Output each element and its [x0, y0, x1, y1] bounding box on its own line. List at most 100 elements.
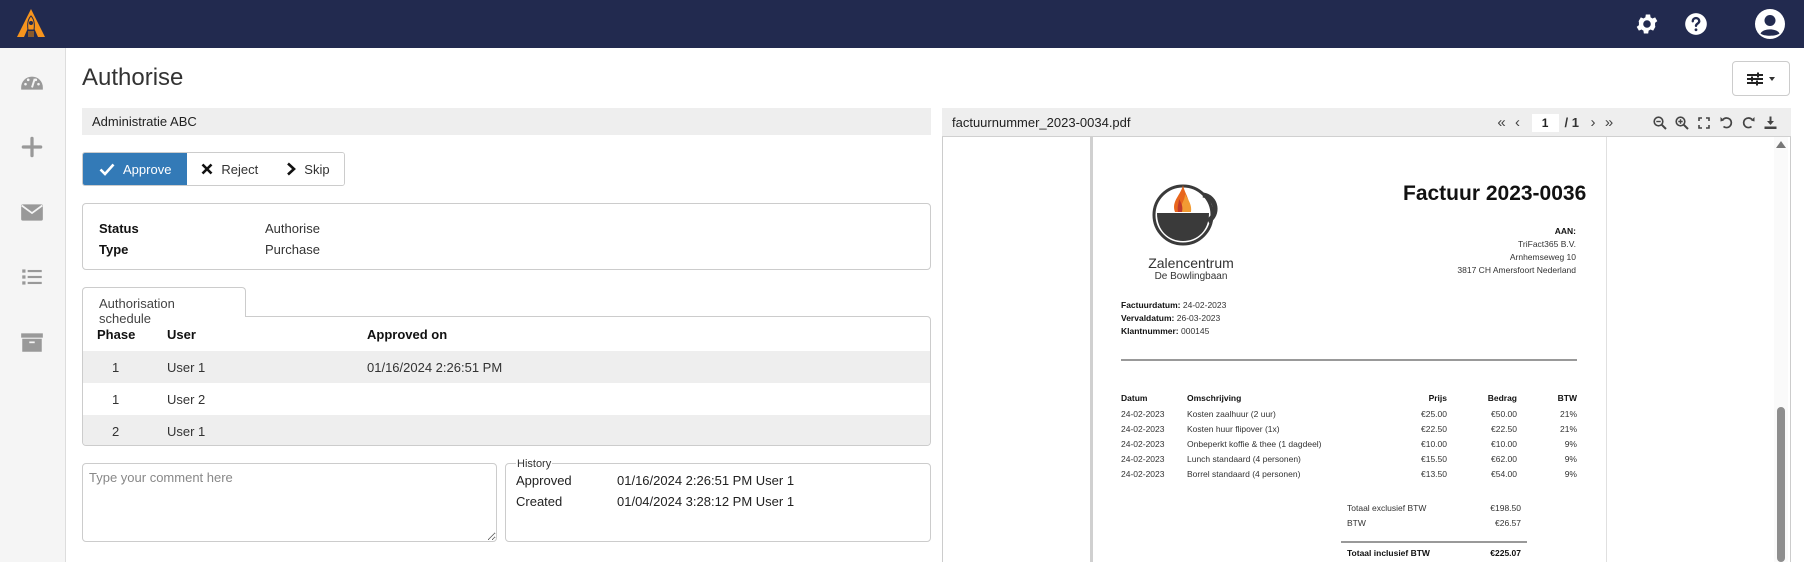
fullscreen-button[interactable] — [1693, 113, 1715, 133]
history-legend: History — [516, 458, 553, 470]
fullscreen-icon — [1698, 116, 1710, 129]
rotate-right-button[interactable] — [1737, 113, 1759, 133]
last-page-button[interactable]: » — [1601, 114, 1617, 131]
total-excl-value: €198.50 — [1490, 503, 1521, 513]
archive-icon[interactable] — [19, 329, 45, 355]
invoice-cell-datum: 24-02-2023 — [1121, 423, 1165, 434]
recipient-line: Arnhemseweg 10 — [1509, 252, 1576, 262]
rotate-left-button[interactable] — [1715, 113, 1737, 133]
column-header-approved-on: Approved on — [367, 326, 448, 342]
history-detail: 01/04/2024 3:28:12 PM User 1 — [617, 494, 795, 509]
action-button-group: Approve Reject Skip — [82, 152, 345, 186]
total-excl-label: Totaal exclusief BTW — [1347, 503, 1427, 513]
zalencentrum-logo-icon — [1152, 184, 1218, 246]
invoice-cell-btw: 9% — [1564, 468, 1577, 479]
scroll-up-arrow-icon[interactable] — [1776, 141, 1786, 148]
type-label: Type — [99, 242, 129, 257]
history-action: Created — [516, 494, 563, 509]
invoice-divider — [1121, 359, 1577, 361]
view-settings-dropdown-button[interactable] — [1732, 61, 1790, 96]
pdf-scrollbar[interactable] — [1774, 137, 1788, 562]
document-info-panel: Status Authorise Type Purchase — [82, 203, 931, 270]
page-number-input[interactable] — [1531, 113, 1559, 132]
user-cell: User 1 — [167, 423, 206, 439]
total-incl-row: Totaal inclusief BTW €225.07 — [1347, 548, 1521, 562]
invoice-cell-prijs: €25.00 — [1421, 408, 1447, 419]
help-icon[interactable] — [1683, 11, 1709, 37]
invoice-title: Factuur 2023-0036 — [1403, 182, 1587, 205]
phase-cell: 2 — [112, 423, 120, 439]
plus-icon[interactable] — [19, 134, 45, 160]
zoom-in-button[interactable] — [1671, 113, 1693, 133]
authorisation-schedule-table: Phase User Approved on 1 User 1 01/16/20… — [82, 316, 931, 446]
next-page-button[interactable]: › — [1585, 114, 1601, 131]
check-icon — [99, 163, 115, 176]
first-page-button[interactable]: « — [1494, 114, 1510, 131]
invoice-cell-btw: 9% — [1564, 453, 1577, 464]
invoice-cell-btw: 9% — [1564, 438, 1577, 449]
history-detail: 01/16/2024 2:26:51 PM User 1 — [617, 473, 795, 488]
approve-button[interactable]: Approve — [83, 153, 188, 185]
top-navigation-bar — [0, 0, 1804, 48]
invoice-brand: Zalencentrum De Bowlingbaan — [1141, 255, 1241, 282]
table-row: 2 User 1 — [83, 415, 930, 445]
invoice-cell-datum: 24-02-2023 — [1121, 453, 1165, 464]
invoice-cell-datum: 24-02-2023 — [1121, 408, 1165, 419]
tab-authorisation-schedule[interactable]: Authorisation schedule — [82, 287, 246, 326]
user-account-icon[interactable] — [1754, 8, 1786, 40]
dashboard-icon[interactable] — [19, 69, 45, 95]
gear-icon[interactable] — [1634, 11, 1660, 37]
col-bedrag: Bedrag — [1487, 393, 1517, 403]
invoice-totals: Totaal exclusief BTW €198.50 BTW €26.57 To… — [1341, 503, 1527, 562]
btw-label: BTW — [1347, 518, 1366, 528]
page-title: Authorise — [82, 64, 184, 91]
table-header: Phase User Approved on — [83, 317, 930, 351]
type-value: Purchase — [265, 242, 320, 257]
table-row: 1 User 2 — [83, 383, 930, 415]
envelope-icon[interactable] — [19, 199, 45, 225]
app-logo-icon[interactable] — [16, 8, 46, 40]
brand-subtitle: De Bowlingbaan — [1154, 271, 1228, 282]
sidebar — [0, 48, 66, 562]
zoom-out-button[interactable] — [1649, 113, 1671, 133]
user-cell: User 2 — [167, 391, 206, 407]
status-value: Authorise — [265, 221, 320, 236]
download-icon — [1764, 116, 1776, 129]
reject-label: Reject — [221, 161, 259, 177]
comment-input[interactable] — [82, 463, 497, 542]
approve-label: Approve — [123, 161, 172, 177]
invoice-cell-bedrag: €22.50 — [1491, 423, 1517, 434]
col-omschrijving: Omschrijving — [1187, 393, 1242, 403]
meta-value: 24-02-2023 — [1182, 300, 1227, 310]
table-row: 1 User 1 01/16/2024 2:26:51 PM — [83, 351, 930, 383]
caret-down-icon — [1769, 76, 1775, 81]
scrollbar-thumb[interactable] — [1777, 407, 1785, 562]
totals-divider — [1341, 541, 1527, 543]
column-header-user: User — [167, 326, 196, 342]
recipient-line: TriFact365 B.V. — [1518, 239, 1576, 249]
recipient-label: AAN: — [1554, 226, 1576, 236]
administration-name: Administratie ABC — [82, 108, 931, 135]
invoice-cell-omschrijving: Lunch standaard (4 personen) — [1187, 453, 1301, 464]
invoice-cell-omschrijving: Kosten huur flipover (1x) — [1187, 423, 1280, 434]
skip-button[interactable]: Skip — [272, 153, 344, 185]
phase-cell: 1 — [112, 391, 120, 407]
previous-page-button[interactable]: ‹ — [1510, 114, 1526, 131]
invoice-cell-datum: 24-02-2023 — [1121, 438, 1165, 449]
user-cell: User 1 — [167, 359, 206, 375]
col-btw: BTW — [1557, 393, 1577, 403]
pdf-document-area[interactable]: Zalencentrum De Bowlingbaan Factuur 2023… — [942, 137, 1791, 562]
invoice-cell-bedrag: €10.00 — [1491, 438, 1517, 449]
btw-value: €26.57 — [1495, 518, 1521, 528]
type-row: Type Purchase — [99, 239, 914, 260]
invoice-cell-bedrag: €54.00 — [1491, 468, 1517, 479]
total-incl-value: €225.07 — [1490, 547, 1521, 558]
download-button[interactable] — [1759, 113, 1781, 133]
reject-button[interactable]: Reject — [187, 153, 273, 185]
meta-label: Vervaldatum: — [1121, 313, 1175, 323]
invoice-table-header: Datum Omschrijving Prijs Bedrag BTW — [1121, 390, 1577, 406]
invoice-cell-omschrijving: Onbeperkt koffie & thee (1 dagdeel) — [1187, 438, 1322, 449]
list-icon[interactable] — [19, 264, 45, 290]
invoice-cell-btw: 21% — [1559, 423, 1577, 434]
brand-name: Zalencentrum — [1148, 255, 1234, 271]
